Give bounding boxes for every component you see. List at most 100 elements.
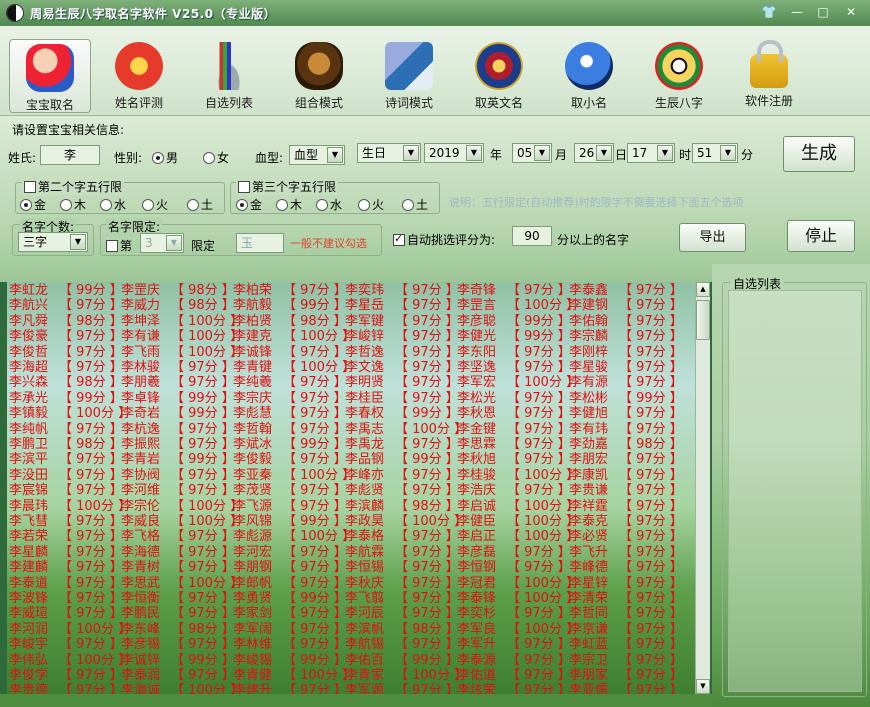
list-item[interactable]: 李威瑄【 97分 】 xyxy=(9,606,123,621)
list-item[interactable]: 李恒钢【 97分 】 xyxy=(457,560,571,575)
blood-select[interactable]: 血型 ▼ xyxy=(289,145,345,165)
list-item[interactable]: 李峻宇【 97分 】 xyxy=(9,637,123,652)
list-item[interactable]: 李飞升【 97分 】 xyxy=(569,545,683,560)
list-item[interactable]: 李彪贤【 97分 】 xyxy=(345,483,459,498)
list-item[interactable]: 李坚逸【 97分 】 xyxy=(457,360,571,375)
close-button[interactable]: ✕ xyxy=(840,3,862,21)
list-item[interactable]: 李政昊【 100分 】 xyxy=(345,514,467,529)
third-wuxing-water[interactable]: 水 xyxy=(316,196,342,213)
auto-filter-score-input[interactable]: 90 xyxy=(512,226,552,246)
list-item[interactable]: 李罡庆【 98分 】 xyxy=(121,283,235,298)
list-item[interactable]: 李哲同【 97分 】 xyxy=(569,606,683,621)
list-item[interactable]: 李祥霆【 97分 】 xyxy=(569,499,683,514)
list-item[interactable]: 李若荣【 97分 】 xyxy=(9,529,123,544)
list-item[interactable]: 李军源【 97分 】 xyxy=(345,683,459,694)
list-item[interactable]: 李泰源【 97分 】 xyxy=(457,653,571,668)
list-item[interactable]: 李诚锌【 99分 】 xyxy=(121,653,235,668)
export-button[interactable]: 导出 xyxy=(679,223,746,252)
list-item[interactable]: 李秋庆【 97分 】 xyxy=(345,576,459,591)
list-item[interactable]: 李凡舜【 98分 】 xyxy=(9,314,123,329)
name-count-select[interactable]: 三字 ▼ xyxy=(18,232,88,252)
year-select[interactable]: 2019 ▼ xyxy=(424,143,484,163)
limit-enable-checkbox[interactable]: 第 xyxy=(106,237,132,254)
tool-nickname[interactable]: 取小名 xyxy=(548,38,630,112)
list-item[interactable]: 李峰亦【 97分 】 xyxy=(345,468,459,483)
list-item[interactable]: 李恒衡【 97分 】 xyxy=(121,591,235,606)
list-item[interactable]: 李泰克【 97分 】 xyxy=(569,514,683,529)
third-wuxing-earth[interactable]: 土 xyxy=(402,196,428,213)
list-item[interactable]: 李彦磊【 97分 】 xyxy=(457,545,571,560)
list-item[interactable]: 李斌冰【 99分 】 xyxy=(233,437,347,452)
list-item[interactable]: 李波锋【 97分 】 xyxy=(9,591,123,606)
list-item[interactable]: 李勇贤【 99分 】 xyxy=(233,591,347,606)
list-scrollbar[interactable]: ▲ ▼ xyxy=(695,282,710,694)
list-item[interactable]: 李青键【 100分 】 xyxy=(233,360,355,375)
list-item[interactable]: 李泰格【 97分 】 xyxy=(345,529,459,544)
limit-char-input[interactable]: 玉 xyxy=(236,233,284,253)
list-item[interactable]: 李虹龙【 99分 】 xyxy=(9,283,123,298)
surname-input[interactable]: 李 xyxy=(40,145,100,165)
list-item[interactable]: 李明贤【 97分 】 xyxy=(345,375,459,390)
list-item[interactable]: 李军升【 97分 】 xyxy=(457,637,571,652)
list-item[interactable]: 李哲翰【 97分 】 xyxy=(233,422,347,437)
list-item[interactable]: 李有玮【 97分 】 xyxy=(569,422,683,437)
list-item[interactable]: 李林维【 97分 】 xyxy=(233,637,347,652)
list-item[interactable]: 李飞彗【 97分 】 xyxy=(9,514,123,529)
list-item[interactable]: 李朋宏【 97分 】 xyxy=(569,452,683,467)
list-item[interactable]: 李纯羲【 97分 】 xyxy=(233,375,347,390)
second-wuxing-earth[interactable]: 土 xyxy=(187,196,213,213)
list-item[interactable]: 李家剑【 97分 】 xyxy=(233,606,347,621)
list-item[interactable]: 李品钢【 99分 】 xyxy=(345,452,459,467)
list-item[interactable]: 李桂臣【 97分 】 xyxy=(345,391,459,406)
list-item[interactable]: 李兴森【 98分 】 xyxy=(9,375,123,390)
list-item[interactable]: 李健臣【 100分 】 xyxy=(457,514,579,529)
list-item[interactable]: 李金键【 97分 】 xyxy=(457,422,571,437)
list-item[interactable]: 李峻锌【 97分 】 xyxy=(345,329,459,344)
gender-female-radio[interactable]: 女 xyxy=(203,149,229,166)
list-item[interactable]: 李虹蓝【 97分 】 xyxy=(569,637,683,652)
list-item[interactable]: 李罡言【 100分 】 xyxy=(457,298,579,313)
list-item[interactable]: 李镇毅【 100分 】 xyxy=(9,406,131,421)
list-item[interactable]: 李纯帆【 97分 】 xyxy=(9,422,123,437)
third-wuxing-toggle[interactable]: 第三个字五行限 xyxy=(236,178,339,195)
list-item[interactable]: 李航毅【 99分 】 xyxy=(233,298,347,313)
list-item[interactable]: 李军宏【 100分 】 xyxy=(457,375,579,390)
list-item[interactable]: 李青树【 97分 】 xyxy=(121,560,235,575)
list-item[interactable]: 李峰德【 97分 】 xyxy=(569,560,683,575)
tool-baby-naming[interactable]: 宝宝取名 xyxy=(9,39,91,113)
list-item[interactable]: 李思武【 100分 】 xyxy=(121,576,243,591)
list-item[interactable]: 李冠君【 100分 】 xyxy=(457,576,579,591)
tool-bazi[interactable]: 生辰八字 xyxy=(638,38,720,112)
list-item[interactable]: 李振熙【 97分 】 xyxy=(121,437,235,452)
list-item[interactable]: 李滨麟【 98分 】 xyxy=(345,499,459,514)
list-item[interactable]: 李清荣【 97分 】 xyxy=(569,591,683,606)
second-wuxing-water[interactable]: 水 xyxy=(100,196,126,213)
list-item[interactable]: 李海诚【 100分 】 xyxy=(121,683,243,694)
list-item[interactable]: 李宗庆【 97分 】 xyxy=(233,391,347,406)
second-wuxing-toggle[interactable]: 第二个字五行限 xyxy=(22,178,125,195)
minute-select[interactable]: 51 ▼ xyxy=(692,143,738,163)
list-item[interactable]: 李健旭【 97分 】 xyxy=(569,406,683,421)
list-item[interactable]: 李俊学【 97分 】 xyxy=(9,668,123,683)
list-item[interactable]: 李晨玮【 100分 】 xyxy=(9,499,131,514)
list-item[interactable]: 李星麟【 97分 】 xyxy=(9,545,123,560)
list-item[interactable]: 李奇岩【 99分 】 xyxy=(121,406,235,421)
list-item[interactable]: 李航兴【 97分 】 xyxy=(9,298,123,313)
second-wuxing-fire[interactable]: 火 xyxy=(142,196,168,213)
list-item[interactable]: 李军阔【 97分 】 xyxy=(233,622,347,637)
list-item[interactable]: 李威良【 100分 】 xyxy=(121,514,243,529)
list-item[interactable]: 李海超【 97分 】 xyxy=(9,360,123,375)
list-item[interactable]: 李秋旭【 97分 】 xyxy=(457,452,571,467)
list-item[interactable]: 李卓锋【 99分 】 xyxy=(121,391,235,406)
third-wuxing-wood[interactable]: 木 xyxy=(276,196,302,213)
third-wuxing-fire[interactable]: 火 xyxy=(358,196,384,213)
list-item[interactable]: 李峻锡【 99分 】 xyxy=(233,653,347,668)
list-item[interactable]: 李建麟【 97分 】 xyxy=(9,560,123,575)
tool-poem-mode[interactable]: 诗词模式 xyxy=(368,38,450,112)
list-item[interactable]: 李柏贤【 98分 】 xyxy=(233,314,347,329)
list-item[interactable]: 李承光【 99分 】 xyxy=(9,391,123,406)
list-item[interactable]: 李飞雨【 100分 】 xyxy=(121,345,243,360)
list-item[interactable]: 李佑翰【 97分 】 xyxy=(569,314,683,329)
list-item[interactable]: 李柏荣【 97分 】 xyxy=(233,283,347,298)
second-wuxing-metal[interactable]: 金 xyxy=(20,196,46,213)
